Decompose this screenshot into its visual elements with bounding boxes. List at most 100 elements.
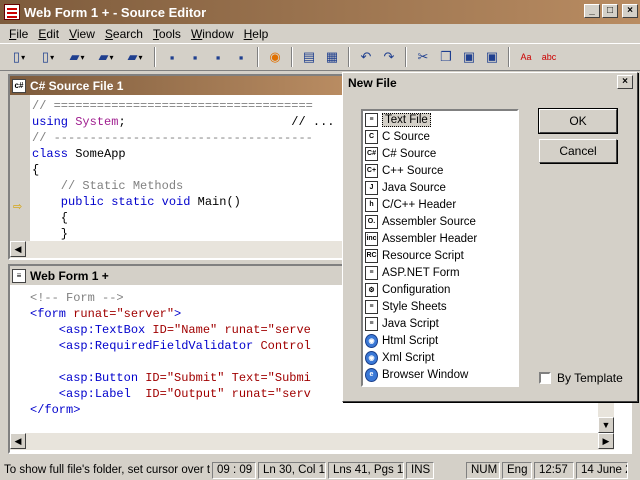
- paste-special-button[interactable]: ▣: [482, 47, 502, 67]
- redo-button[interactable]: ↷: [379, 47, 399, 67]
- toolbar-separator: [348, 47, 350, 67]
- menu-search[interactable]: Search: [100, 27, 148, 41]
- spell-check-icon: abc: [541, 52, 557, 62]
- save-project-as-button[interactable]: ▪: [231, 47, 251, 67]
- menu-help[interactable]: Help: [239, 27, 274, 41]
- scroll-right-button[interactable]: ▶: [598, 433, 614, 449]
- spell-check-button[interactable]: abc: [539, 47, 559, 67]
- file-type-item[interactable]: ≡ Text File: [363, 111, 517, 128]
- scroll-down-button[interactable]: ▼: [598, 417, 614, 433]
- cut-icon: ✂: [417, 49, 429, 64]
- file-type-icon: ≡: [365, 265, 378, 280]
- status-cursor-position: Ln 30, Col 1: [258, 461, 326, 479]
- file-type-item[interactable]: ≡ ASP.NET Form: [363, 264, 517, 281]
- open-project-icon: ▰: [98, 49, 109, 64]
- save-project-button[interactable]: ▪: [208, 47, 228, 67]
- code-line: using System; // ...: [32, 115, 335, 129]
- file-type-item[interactable]: C+ C++ Source: [363, 162, 517, 179]
- close-button[interactable]: ×: [622, 4, 638, 18]
- menu-file[interactable]: File: [4, 27, 33, 41]
- cancel-button[interactable]: Cancel: [539, 139, 617, 163]
- file-type-item[interactable]: O. Assembler Source: [363, 213, 517, 230]
- status-bar: To show full file's folder, set cursor o…: [0, 460, 640, 480]
- horizontal-scrollbar[interactable]: ◀: [10, 241, 343, 258]
- new-file-icon: ▯: [12, 49, 21, 64]
- browser-button[interactable]: ◉: [265, 47, 285, 67]
- save-button[interactable]: ▪: [162, 47, 182, 67]
- file-type-item[interactable]: ⚙ Configuration: [363, 281, 517, 298]
- open-button[interactable]: ▰: [64, 47, 90, 67]
- save-all-button[interactable]: ▪: [185, 47, 205, 67]
- menu-window[interactable]: Window: [186, 27, 239, 41]
- file-type-icon: O.: [365, 214, 378, 229]
- by-template-checkbox[interactable]: By Template: [539, 371, 623, 385]
- file-type-label: C++ Source: [382, 164, 444, 177]
- file-type-item[interactable]: J Java Source: [363, 179, 517, 196]
- file-type-label: Html Script: [382, 334, 439, 347]
- open-project-button[interactable]: ▰: [93, 47, 119, 67]
- maximize-button[interactable]: □: [602, 4, 618, 18]
- code-line: // ====================================: [32, 99, 313, 113]
- file-type-item[interactable]: inc Assembler Header: [363, 230, 517, 247]
- code-line: }: [32, 227, 69, 240]
- undo-button[interactable]: ↶: [356, 47, 376, 67]
- file-type-icon: C#: [365, 146, 378, 161]
- menu-edit[interactable]: Edit: [33, 27, 64, 41]
- file-type-item[interactable]: RC Resource Script: [363, 247, 517, 264]
- file-type-icon: RC: [365, 248, 378, 263]
- code-line: {: [32, 163, 40, 177]
- redo-icon: ↷: [383, 49, 395, 64]
- file-type-label: C Source: [382, 130, 430, 143]
- cut-button[interactable]: ✂: [413, 47, 433, 67]
- pane-title: Web Form 1 +: [30, 268, 109, 283]
- new-file-button[interactable]: ▯: [6, 47, 32, 67]
- paste-icon: ▣: [462, 49, 476, 64]
- horizontal-scrollbar[interactable]: ◀ ▶: [10, 433, 614, 450]
- print-button[interactable]: ▦: [322, 47, 342, 67]
- checkbox-box[interactable]: [539, 372, 551, 384]
- paste-special-icon: ▣: [485, 49, 499, 64]
- ok-button[interactable]: OK: [538, 108, 618, 134]
- file-type-item[interactable]: ≡ Java Script: [363, 315, 517, 332]
- status-clock: 12:57: [534, 461, 574, 479]
- file-type-item[interactable]: ≡ Style Sheets: [363, 298, 517, 315]
- file-type-label: Assembler Header: [382, 232, 478, 245]
- file-type-label: Configuration: [382, 283, 451, 296]
- dialog-close-button[interactable]: ×: [617, 75, 633, 89]
- paste-button[interactable]: ▣: [459, 47, 479, 67]
- code-line: </form>: [30, 403, 81, 417]
- new-project-icon: ▯: [41, 49, 50, 64]
- file-type-label: Style Sheets: [382, 300, 447, 313]
- copy-button[interactable]: ❐: [436, 47, 456, 67]
- csharp-code-area[interactable]: // ==================================== u…: [32, 98, 343, 240]
- minimize-button[interactable]: _: [584, 4, 600, 18]
- file-type-item[interactable]: C# C# Source: [363, 145, 517, 162]
- print-preview-button[interactable]: ▤: [299, 47, 319, 67]
- file-type-label: Java Source: [382, 181, 446, 194]
- scroll-left-button[interactable]: ◀: [10, 433, 26, 449]
- print-preview-icon: ▤: [302, 49, 316, 64]
- file-type-label: Browser Window: [382, 368, 469, 381]
- file-type-item[interactable]: ◉ Xml Script: [363, 349, 517, 366]
- file-type-label: Xml Script: [382, 351, 435, 364]
- title-bar: Web Form 1 + - Source Editor _ □ ×: [0, 0, 640, 24]
- file-type-item[interactable]: e Browser Window: [363, 366, 517, 383]
- file-type-item[interactable]: h C/C++ Header: [363, 196, 517, 213]
- file-type-list[interactable]: ≡ Text File C C Source C# C# Source C+ C++ Sour…: [361, 109, 519, 387]
- menu-tools[interactable]: Tools: [148, 27, 186, 41]
- scroll-left-button[interactable]: ◀: [10, 241, 26, 257]
- new-project-button[interactable]: ▯: [35, 47, 61, 67]
- code-line: // Static Methods: [32, 179, 184, 193]
- toolbar-separator: [154, 47, 156, 67]
- file-type-item[interactable]: C C Source: [363, 128, 517, 145]
- menu-view[interactable]: View: [64, 27, 100, 41]
- file-type-icon: C: [365, 129, 378, 144]
- dialog-title-bar: New File ×: [343, 73, 637, 93]
- code-line: public static void Main(): [32, 195, 241, 209]
- file-type-label: Text File: [382, 112, 431, 127]
- open-web-button[interactable]: ▰: [122, 47, 148, 67]
- file-type-item[interactable]: ◉ Html Script: [363, 332, 517, 349]
- file-type-label: Assembler Source: [382, 215, 476, 228]
- file-type-label: C/C++ Header: [382, 198, 457, 211]
- find-button[interactable]: Aa: [516, 47, 536, 67]
